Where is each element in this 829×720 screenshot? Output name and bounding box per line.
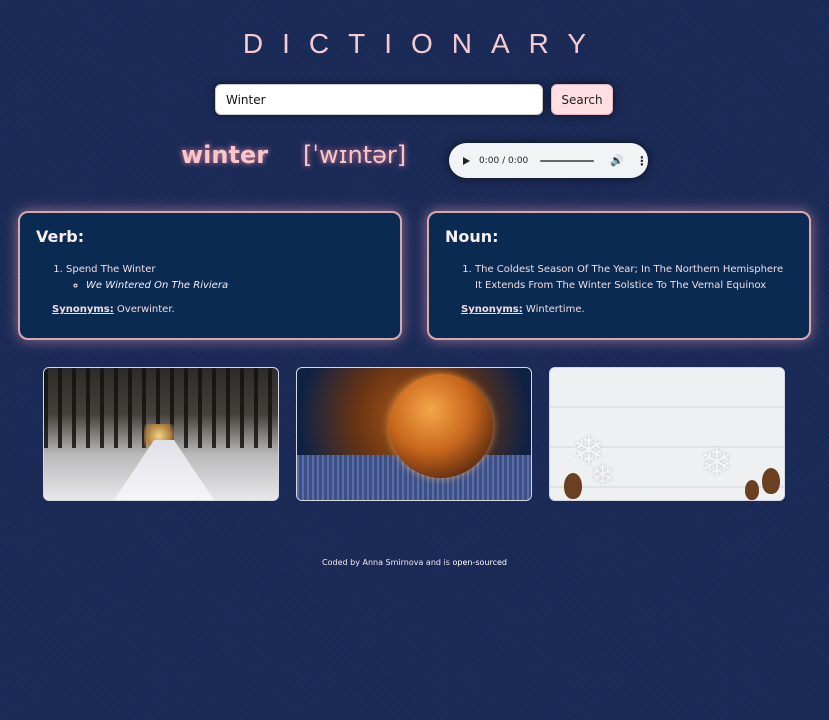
winter-photo-bubble [296,367,532,501]
more-options-icon[interactable]: ⋮ [636,154,648,168]
synonyms-row: Synonyms: Wintertime. [445,304,793,315]
definition-list: The Coldest Season Of The Year; In The N… [445,262,793,294]
search-button[interactable]: Search [551,84,613,115]
winter-photo-forest [43,367,279,501]
example-list: We Wintered On The Riviera [66,278,384,294]
phonetic-text: [ˈwɪntər] [303,141,407,169]
play-icon[interactable] [463,156,470,165]
meaning-card-noun: Noun: The Coldest Season Of The Year; In… [427,211,811,340]
part-of-speech: Verb: [36,227,85,246]
part-of-speech: Noun: [445,227,499,246]
synonyms-row: Synonyms: Overwinter. [36,304,384,315]
winter-photo-snowflakes: ❄ ❄ ❄ [549,367,785,501]
definition-list: Spend The Winter We Wintered On The Rivi… [36,262,384,294]
meaning-card-verb: Verb: Spend The Winter We Wintered On Th… [18,211,402,340]
synonyms-value: Wintertime. [525,304,585,315]
audio-time: 0:00 / 0:00 [479,155,529,166]
definition-text: Spend The Winter [66,264,156,275]
page-title: DICTIONARY [242,28,606,59]
open-source-link[interactable]: open-sourced [452,558,507,567]
synonyms-label: Synonyms: [461,304,523,315]
definition-text: The Coldest Season Of The Year; In The N… [475,264,784,291]
synonyms-value: Overwinter. [116,304,175,315]
audio-player[interactable]: 0:00 / 0:00 🔊 ⋮ [449,143,648,178]
synonyms-label: Synonyms: [52,304,114,315]
footer: Coded by Anna Smirnova and is open-sourc… [0,558,829,567]
audio-progress-bar[interactable] [540,159,595,162]
footer-text: Coded by Anna Smirnova and is [322,558,453,567]
definition-item: The Coldest Season Of The Year; In The N… [475,262,793,294]
word-heading: winter [181,141,269,169]
example-text: We Wintered On The Riviera [86,278,384,294]
search-input[interactable] [215,84,543,115]
search-form: Search [215,84,613,115]
volume-icon[interactable]: 🔊 [610,154,624,167]
definition-item: Spend The Winter We Wintered On The Rivi… [66,262,384,294]
